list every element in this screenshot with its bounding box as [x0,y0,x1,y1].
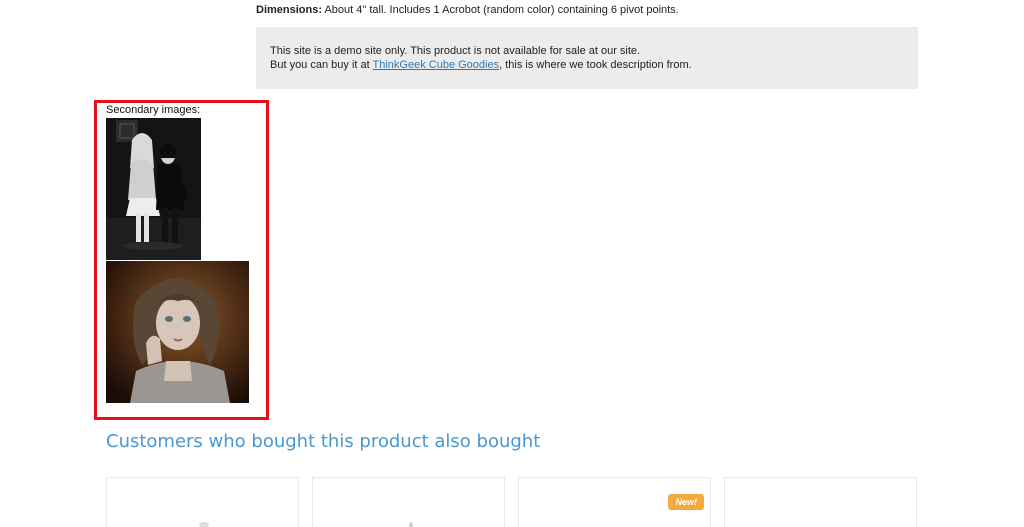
product-page: Dimensions: About 4" tall. Includes 1 Ac… [0,0,1024,527]
notice-line-2: But you can buy it at ThinkGeek Cube Goo… [270,58,904,72]
related-product-card-4[interactable] [724,477,917,527]
secondary-image-1[interactable] [106,118,201,260]
secondary-image-2[interactable] [106,261,249,403]
related-products-title: Customers who bought this product also b… [106,431,541,452]
new-badge: New! [668,494,704,510]
secondary-images-label: Secondary images: [106,104,201,116]
notice-line-2-suffix: , this is where we took description from… [499,59,692,71]
notice-line-2-prefix: But you can buy it at [270,59,373,71]
thinkgeek-link[interactable]: ThinkGeek Cube Goodies [373,59,500,71]
dimensions-value: About 4" tall. Includes 1 Acrobot (rando… [322,4,679,16]
related-product-card-1[interactable] [106,477,299,527]
product-thumbnail [199,522,209,527]
product-thumbnail [409,522,413,527]
notice-line-1: This site is a demo site only. This prod… [270,45,641,57]
dimensions-label: Dimensions: [256,4,323,16]
dimensions-text: Dimensions: About 4" tall. Includes 1 Ac… [256,4,679,16]
related-product-card-3[interactable]: New! [518,477,711,527]
related-product-card-2[interactable] [312,477,505,527]
demo-notice: This site is a demo site only. This prod… [256,27,918,89]
